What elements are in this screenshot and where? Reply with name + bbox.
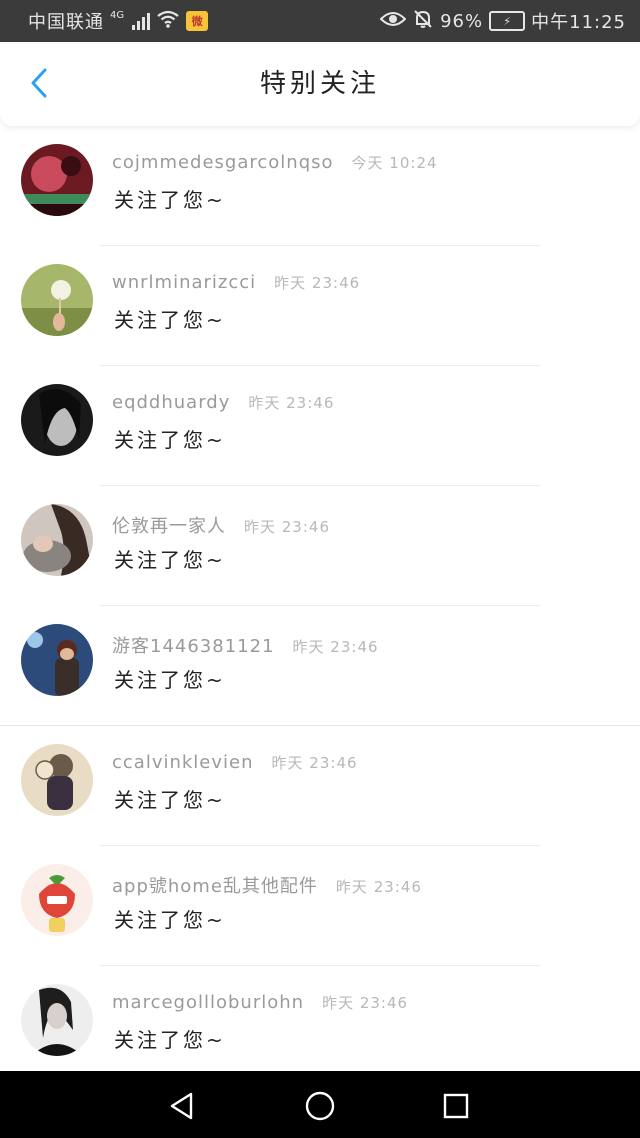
- page-title: 特别关注: [259, 69, 380, 99]
- list-item[interactable]: eqddhuardy 昨天 23:46 关注了您~: [0, 366, 640, 486]
- avatar[interactable]: [21, 624, 93, 696]
- timestamp: 昨天 23:46: [335, 878, 422, 896]
- recents-square-icon[interactable]: [436, 1086, 476, 1126]
- message-text: 关注了您~: [114, 1028, 226, 1052]
- list-item[interactable]: wnrlminarizcci 昨天 23:46 关注了您~: [0, 246, 640, 366]
- avatar[interactable]: [21, 384, 93, 456]
- name-row: app號home乱其他配件 昨天 23:46: [112, 872, 422, 898]
- list-item[interactable]: 游客1446381121 昨天 23:46 关注了您~: [0, 606, 640, 726]
- avatar[interactable]: [21, 984, 93, 1056]
- username[interactable]: 游客1446381121: [112, 632, 275, 658]
- status-left: 中国联通 4G 微: [28, 0, 209, 42]
- timestamp: 昨天 23:46: [248, 394, 335, 412]
- name-row: wnrlminarizcci 昨天 23:46: [112, 272, 360, 293]
- message-text: 关注了您~: [114, 428, 226, 452]
- name-row: eqddhuardy 昨天 23:46: [112, 392, 334, 413]
- username[interactable]: marcegollloburlohn: [112, 992, 304, 1013]
- back-triangle-icon[interactable]: [162, 1086, 202, 1126]
- avatar[interactable]: [21, 144, 93, 216]
- mute-icon: [412, 8, 434, 35]
- timestamp: 昨天 23:46: [322, 994, 409, 1012]
- name-row: cojmmedesgarcolnqso 今天 10:24: [112, 152, 438, 173]
- list-item[interactable]: cojmmedesgarcolnqso 今天 10:24 关注了您~: [0, 126, 640, 246]
- list-item[interactable]: 伦敦再一家人 昨天 23:46 关注了您~: [0, 486, 640, 606]
- timestamp: 昨天 23:46: [271, 754, 358, 772]
- message-text: 关注了您~: [114, 548, 226, 572]
- timestamp: 昨天 23:46: [292, 638, 379, 656]
- network-type: 4G: [110, 9, 125, 21]
- avatar[interactable]: [21, 264, 93, 336]
- weibo-icon: 微: [186, 11, 209, 31]
- back-chevron-icon[interactable]: [22, 66, 56, 100]
- carrier-label: 中国联通: [28, 12, 104, 33]
- avatar[interactable]: [21, 504, 93, 576]
- list-item[interactable]: ccalvinklevien 昨天 23:46 关注了您~: [0, 726, 640, 846]
- name-row: marcegollloburlohn 昨天 23:46: [112, 992, 408, 1013]
- battery-percent: 96%: [440, 10, 484, 32]
- timestamp: 昨天 23:46: [274, 274, 361, 292]
- follow-list: cojmmedesgarcolnqso 今天 10:24 关注了您~ wnrlm…: [0, 126, 640, 1086]
- message-text: 关注了您~: [114, 188, 226, 212]
- message-text: 关注了您~: [114, 788, 226, 812]
- avatar[interactable]: [21, 864, 93, 936]
- message-text: 关注了您~: [114, 908, 226, 932]
- eye-icon: [379, 10, 407, 33]
- status-bar: 中国联通 4G 微 96% ⚡ 中午11:25: [0, 0, 640, 42]
- username[interactable]: 伦敦再一家人: [112, 512, 226, 538]
- username[interactable]: eqddhuardy: [112, 392, 230, 413]
- app-header: 特别关注: [0, 42, 640, 126]
- username[interactable]: ccalvinklevien: [112, 752, 254, 773]
- home-circle-icon[interactable]: [300, 1086, 340, 1126]
- list-item[interactable]: marcegollloburlohn 昨天 23:46 关注了您~: [0, 966, 640, 1086]
- timestamp: 今天 10:24: [351, 154, 438, 172]
- battery-icon: ⚡: [489, 11, 526, 31]
- clock: 中午11:25: [531, 12, 626, 33]
- name-row: ccalvinklevien 昨天 23:46: [112, 752, 358, 773]
- name-row: 游客1446381121 昨天 23:46: [112, 632, 379, 658]
- signal-icon: [132, 12, 151, 30]
- wifi-icon: [156, 9, 180, 34]
- name-row: 伦敦再一家人 昨天 23:46: [112, 512, 330, 538]
- timestamp: 昨天 23:46: [244, 518, 330, 536]
- avatar[interactable]: [21, 744, 93, 816]
- message-text: 关注了您~: [114, 668, 226, 692]
- status-right: 96% ⚡ 中午11:25: [379, 0, 626, 42]
- username[interactable]: cojmmedesgarcolnqso: [112, 152, 334, 173]
- list-item[interactable]: app號home乱其他配件 昨天 23:46 关注了您~: [0, 846, 640, 966]
- username[interactable]: wnrlminarizcci: [112, 272, 256, 293]
- username[interactable]: app號home乱其他配件: [112, 872, 318, 898]
- system-nav-bar: [0, 1071, 640, 1138]
- message-text: 关注了您~: [114, 308, 226, 332]
